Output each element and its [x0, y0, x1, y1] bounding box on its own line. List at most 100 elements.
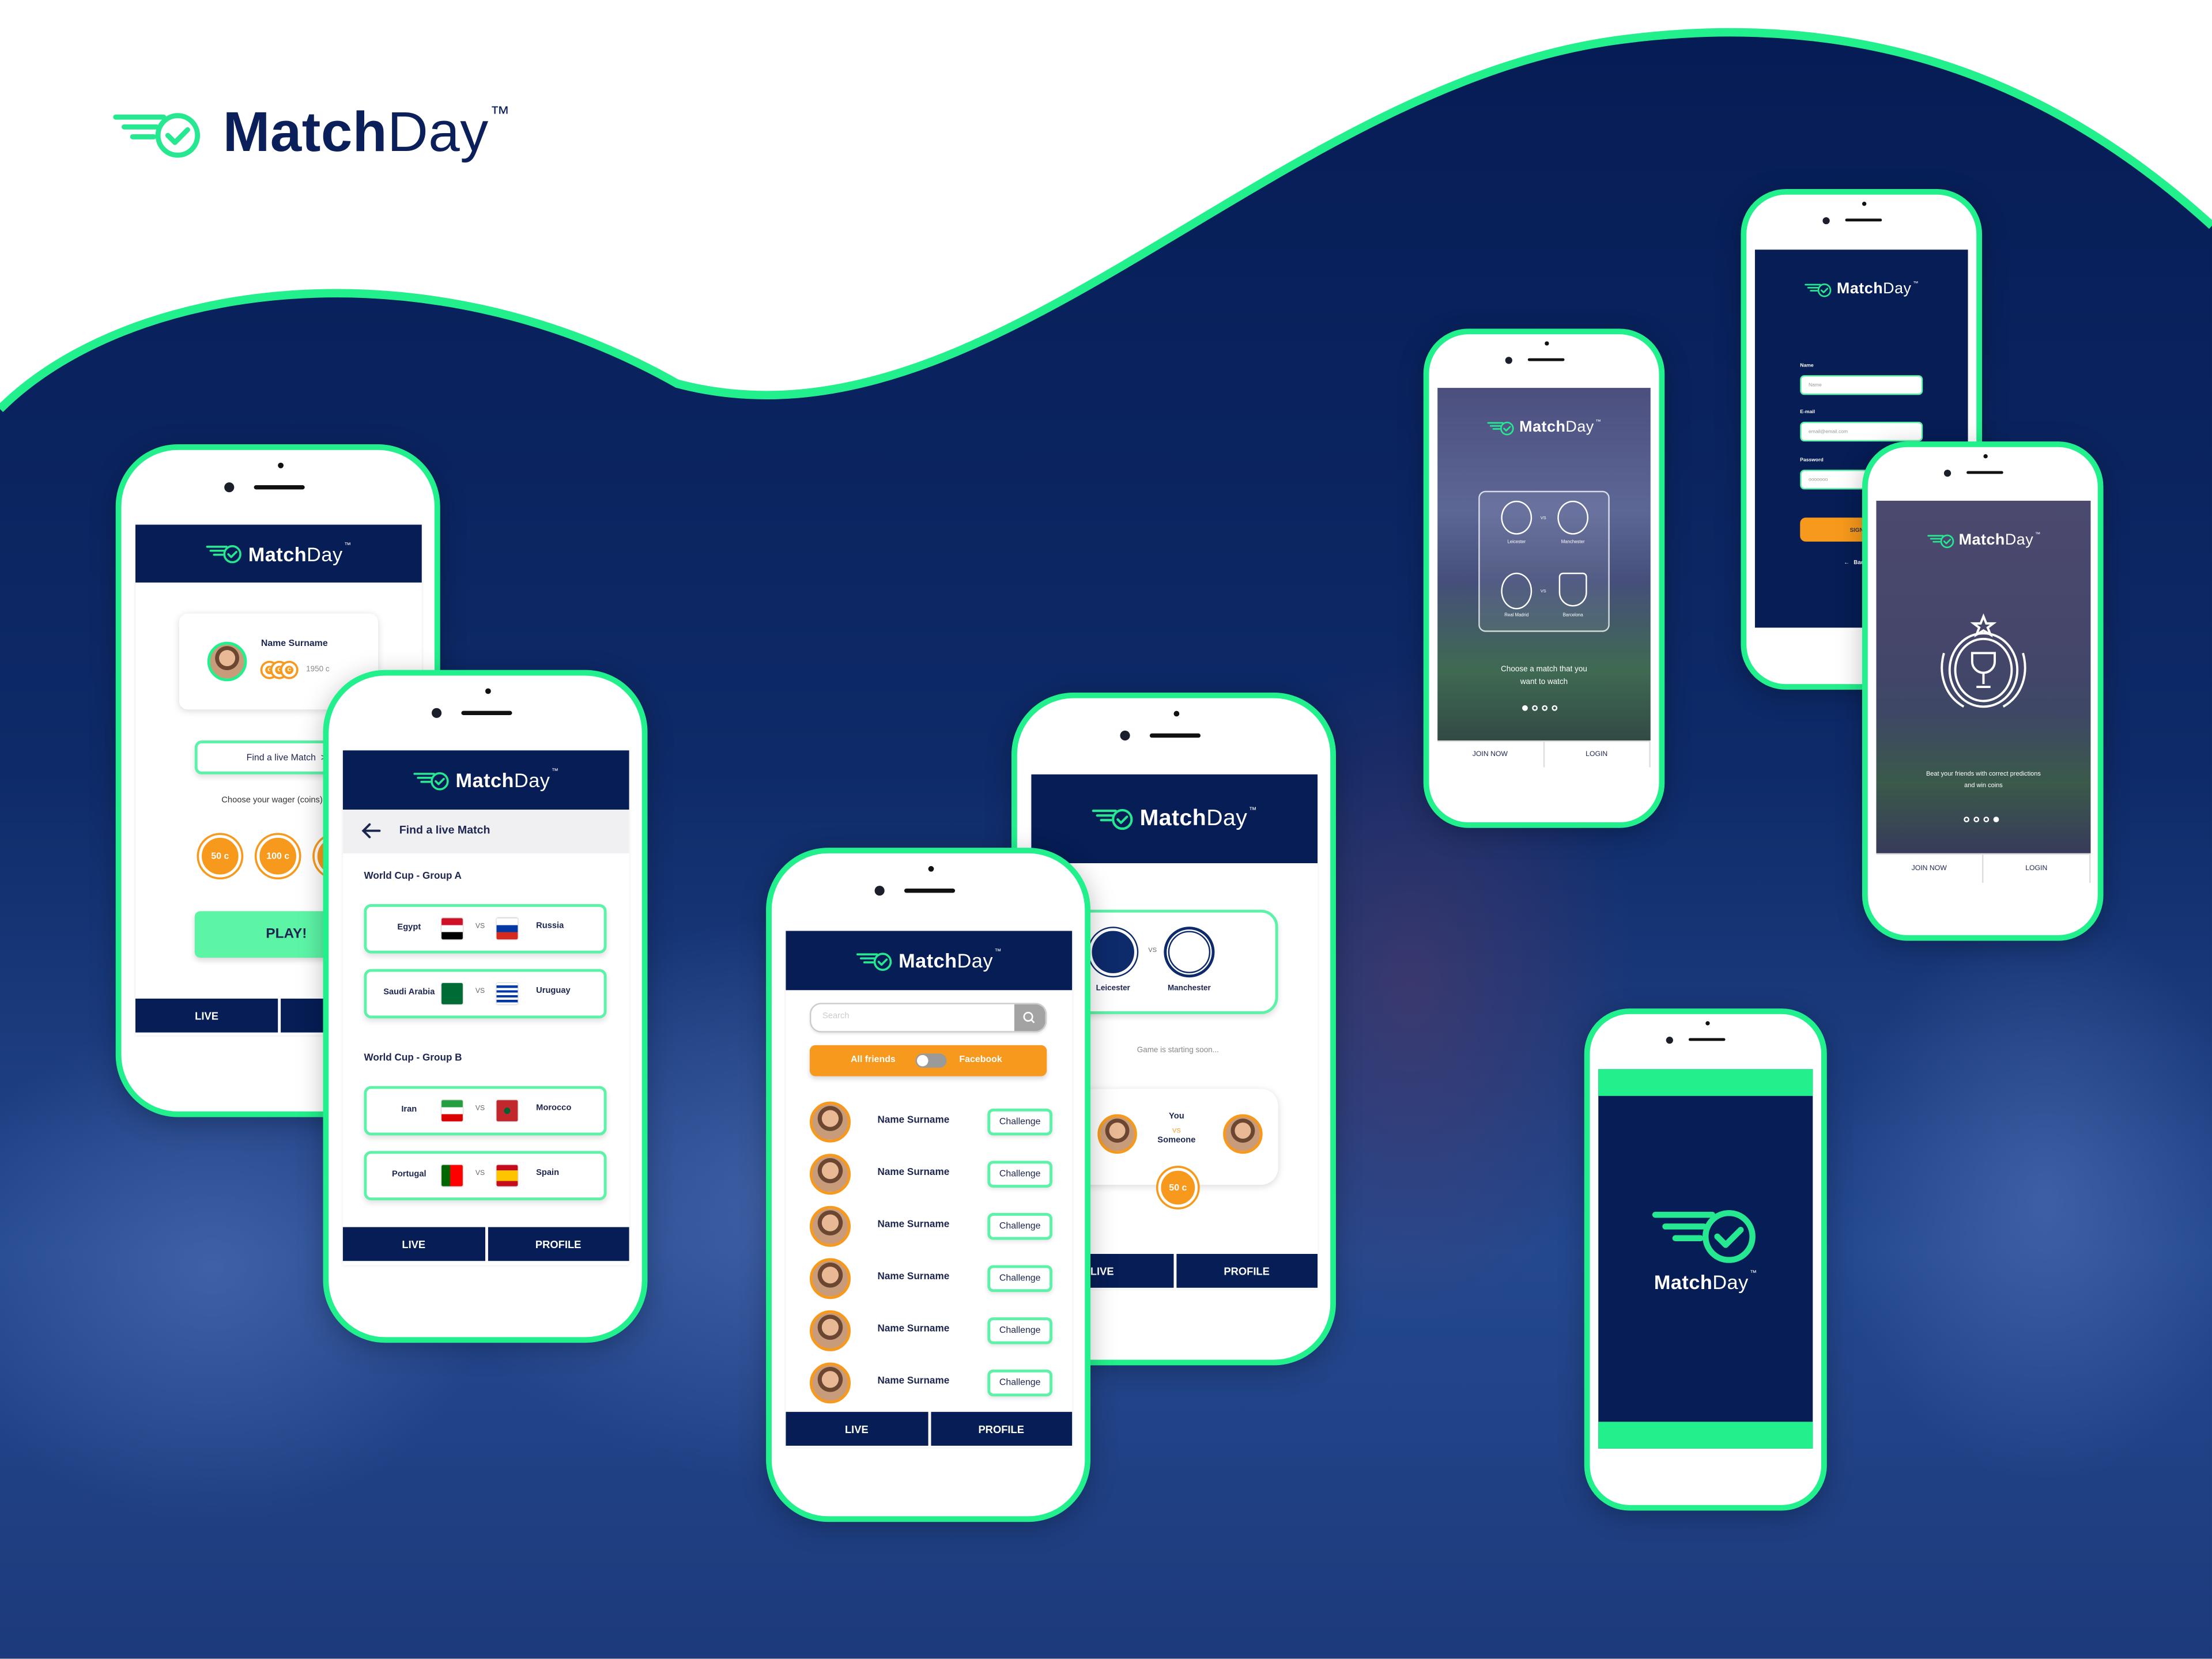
nav-profile[interactable]: PROFILE	[487, 1227, 629, 1261]
status-text: Game is starting soon...	[1137, 1046, 1219, 1055]
trademark: ™	[490, 101, 510, 124]
group-title: World Cup - Group B	[364, 1053, 462, 1064]
bottom-nav: LIVE PROFILE	[786, 1412, 1073, 1446]
camera	[431, 708, 442, 718]
onboarding-stadium-photo: MatchDay ™ Beat your friends with correct…	[1876, 500, 2091, 853]
home-team: Portugal	[392, 1170, 426, 1180]
search-button[interactable]	[1014, 1004, 1045, 1031]
barcelona-badge-icon	[1558, 572, 1587, 607]
toggle-facebook[interactable]: Facebook	[959, 1055, 1002, 1065]
challenge-button[interactable]: Challenge	[987, 1161, 1052, 1188]
onboarding-actions: JOIN NOW LOGIN	[1876, 853, 2091, 883]
nav-profile[interactable]: PROFILE	[930, 1412, 1073, 1446]
camera	[1120, 730, 1130, 741]
challenge-button[interactable]: Challenge	[987, 1108, 1052, 1136]
app-wordmark: MatchDay ™	[1836, 281, 1919, 298]
challenge-button[interactable]: Challenge	[987, 1369, 1052, 1397]
join-now-button[interactable]: JOIN NOW	[1437, 742, 1545, 768]
brand-wordmark: MatchDay ™	[223, 101, 510, 165]
arrow-left-icon: ←	[1844, 558, 1849, 566]
name-field[interactable]: Name	[1800, 375, 1923, 395]
logo-icon	[1092, 807, 1134, 831]
featured-matches-card[interactable]: VS Leicester Manchester VS Real Madrid B…	[1478, 490, 1610, 632]
search-placeholder: Search	[822, 1012, 850, 1022]
phone-onboarding-choose-match: MatchDay ™ VS Leicester Manchester VS Rea…	[1423, 328, 1665, 828]
friend-name: Name Surname	[877, 1167, 950, 1178]
egypt-flag-icon	[441, 918, 463, 940]
search-field[interactable]: Search	[809, 1003, 1047, 1033]
vs-small: VS	[1172, 1127, 1181, 1134]
away-team: Uruguay	[536, 987, 571, 996]
wager-option-button[interactable]: 100 c	[256, 835, 299, 878]
sensor-dot	[928, 866, 934, 872]
toggle-switch[interactable]	[915, 1053, 947, 1068]
search-icon	[1023, 1011, 1035, 1023]
match-card[interactable]: Iran VS Morocco	[364, 1086, 607, 1136]
you-avatar	[1097, 1114, 1137, 1154]
match-card[interactable]: Saudi Arabia VS Uruguay	[364, 969, 607, 1019]
speaker	[461, 711, 512, 715]
find-match-screen: MatchDay ™ Find a live Match World Cup - …	[342, 750, 629, 1265]
subheader-bar: Find a live Match	[342, 809, 629, 853]
splash-bottom-bar	[1598, 1422, 1813, 1449]
camera	[1666, 1037, 1673, 1044]
sensor-dot	[1173, 711, 1180, 717]
toggle-knob	[917, 1055, 928, 1067]
onboarding-caption: Beat your friends with correct predictio…	[1926, 770, 2041, 789]
arrow-left-icon[interactable]	[361, 822, 381, 839]
phone-find-match-screen: MatchDay ™ Find a live Match World Cup - …	[323, 670, 648, 1343]
challenge-button[interactable]: Challenge	[987, 1317, 1052, 1344]
logo-icon	[1652, 1204, 1759, 1265]
nav-live[interactable]: LIVE	[135, 998, 278, 1033]
sensor-dot	[485, 688, 491, 694]
login-button[interactable]: LOGIN	[1544, 742, 1651, 768]
nav-live[interactable]: LIVE	[342, 1227, 485, 1261]
user-avatar	[207, 641, 247, 682]
manchester-badge-icon	[1557, 500, 1589, 535]
speaker	[254, 485, 305, 490]
nav-profile[interactable]: PROFILE	[1176, 1254, 1318, 1288]
match-card[interactable]: VS Leicester Manchester	[1060, 909, 1278, 1014]
join-now-button[interactable]: JOIN NOW	[1876, 855, 1984, 883]
wordmark-day: Day	[387, 101, 489, 164]
app-wordmark: MatchDay ™	[1139, 806, 1258, 830]
wager-option-button[interactable]: 50 c	[199, 835, 241, 878]
coin-icon: c	[282, 663, 297, 677]
vs-label: VS	[1540, 515, 1546, 521]
trophy-laurel-icon	[1941, 613, 2026, 708]
camera	[1943, 470, 1951, 477]
logo-icon	[1805, 281, 1833, 297]
vs-label: VS	[1148, 946, 1157, 954]
match-card[interactable]: Egypt VS Russia	[364, 904, 607, 954]
sensor-dot	[1983, 454, 1988, 459]
speaker	[1149, 733, 1201, 738]
challenge-button[interactable]: Challenge	[987, 1213, 1052, 1240]
play-label: PLAY!	[266, 927, 307, 943]
home-team: Iran	[401, 1105, 417, 1114]
away-team: Morocco	[536, 1104, 572, 1113]
vs-label: VS	[475, 987, 485, 996]
nav-live[interactable]: LIVE	[786, 1412, 928, 1446]
onboarding-caption: Choose a match that you want to watch	[1501, 666, 1587, 687]
friend-name: Name Surname	[877, 1324, 950, 1335]
wager-coin: 50 c	[1158, 1167, 1198, 1208]
marketing-canvas: MatchDay ™ MatchDay ™ Name Surname c c c 1…	[0, 0, 2212, 1659]
login-button[interactable]: LOGIN	[1983, 855, 2091, 883]
vs-label: VS	[475, 922, 485, 931]
challenge-button[interactable]: Challenge	[987, 1265, 1052, 1293]
club-label: Barcelona	[1562, 612, 1583, 618]
away-team: Russia	[536, 922, 564, 931]
app-wordmark: MatchDay ™	[455, 768, 559, 792]
club-label: Leicester	[1507, 539, 1526, 545]
email-field[interactable]: email@email.com	[1800, 421, 1923, 442]
splash-screen: MatchDay ™	[1598, 1069, 1813, 1449]
portugal-flag-icon	[441, 1165, 463, 1186]
iran-flag-icon	[441, 1100, 463, 1121]
app-wordmark: MatchDay ™	[1519, 418, 1602, 436]
match-card[interactable]: Portugal VS Spain	[364, 1151, 607, 1200]
name-label: Name	[1800, 362, 1814, 368]
toggle-all-friends[interactable]: All friends	[851, 1055, 896, 1065]
bottom-nav: LIVE PROFILE	[342, 1227, 629, 1261]
group-title: World Cup - Group A	[364, 871, 462, 882]
friend-avatar	[809, 1205, 851, 1247]
